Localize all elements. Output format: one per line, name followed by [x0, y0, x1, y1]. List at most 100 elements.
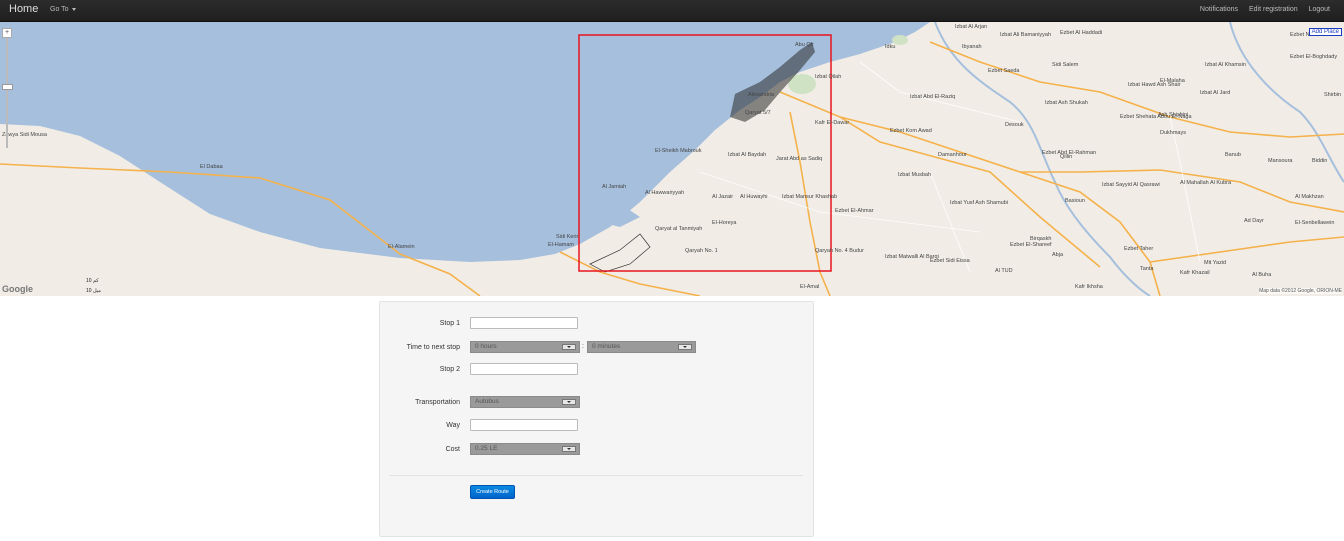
map-label: Ad Dayr	[1244, 218, 1264, 224]
stop2-label: Stop 2	[439, 366, 460, 373]
map-canvas	[0, 22, 1344, 296]
map-label: Ezbet Taher	[1124, 246, 1154, 252]
minutes-select[interactable]: 0 minutes	[587, 341, 696, 353]
map-label: Abu Qir	[795, 42, 814, 48]
goto-dropdown[interactable]: Go To	[50, 6, 76, 13]
notifications-link[interactable]: Notifications	[1200, 6, 1238, 13]
map-label: Shirbin	[1324, 92, 1342, 98]
map-label: Ezbet Sidi Eissa	[930, 258, 970, 264]
map-label: Izbat Qilah	[815, 74, 842, 80]
map-label: Kafr El-Dawar	[815, 120, 850, 126]
map-label: Al Buha	[1252, 272, 1272, 278]
chevron-down-icon	[562, 446, 576, 452]
way-label: Way	[446, 422, 460, 429]
map-label: Sidi Kerir	[556, 234, 579, 240]
add-place-button[interactable]: Add Place	[1308, 28, 1342, 36]
map-label: Biddin	[1312, 158, 1328, 164]
map-label: Ezbet Al Haddadi	[1060, 30, 1103, 36]
map-label: Mansoura	[1268, 158, 1293, 164]
map-label: Ezbet El-Shareef	[1010, 242, 1052, 248]
stop2-input[interactable]	[470, 363, 578, 375]
cost-select[interactable]: 0.25 LE	[470, 443, 580, 455]
map-label: Al TUD	[995, 268, 1013, 274]
map-label: Al Huwayhi	[740, 194, 768, 200]
map-label: El-Horeya	[712, 220, 737, 226]
zoom-in-button[interactable]: +	[2, 28, 12, 38]
map-label: Al Jamiah	[602, 184, 627, 190]
map-label: El Dabaa	[200, 164, 223, 170]
map-label: Kafr Khazail	[1180, 270, 1210, 276]
map-label: Damanhour	[938, 152, 967, 158]
map-label: Izbat Sayyid Al Qasrawi	[1102, 182, 1160, 188]
map-label: Dukhmays	[1160, 130, 1186, 136]
map-label: Alexandria	[748, 92, 774, 98]
navbar-right-links: Notifications Edit registration Logout	[1191, 6, 1330, 13]
map-label: Basioun	[1065, 198, 1085, 204]
map-label: Izbat Al Arjan	[955, 24, 988, 30]
map-label: Qaryat al Tanmiyah	[655, 226, 703, 232]
map-label: Al Mahallah Al Kubra	[1180, 180, 1232, 186]
map-label: Ash Shishini	[1158, 112, 1189, 118]
map-label: Ezbet El-Ahmar	[835, 208, 874, 214]
map-label: Ezbet Abd El-Rahman	[1042, 150, 1097, 156]
map-label: El-Amal	[800, 284, 820, 290]
logout-link[interactable]: Logout	[1309, 6, 1330, 13]
map-label: Izbat Ali Bamaniyyah	[1000, 32, 1052, 38]
map-label: Izbat Mansur Khashab	[782, 194, 838, 200]
map-label: Mit Yazid	[1204, 260, 1227, 266]
map-label: Banub	[1225, 152, 1241, 158]
map-label: Ezbet El-Boghdady	[1290, 54, 1338, 60]
map-label: Ibyanah	[962, 44, 982, 50]
transportation-label: Transportation	[415, 399, 460, 406]
map-label: Abja	[1052, 252, 1064, 258]
form-divider	[390, 475, 803, 476]
home-link[interactable]: Home	[9, 3, 38, 15]
map-attribution[interactable]: Map data ©2012 Google, ORION-ME	[1259, 288, 1342, 294]
map-label: Al Makhzan	[1295, 194, 1324, 200]
map-label: El-Alamein	[388, 244, 415, 250]
zoom-slider-track[interactable]	[6, 38, 8, 148]
scale-mi: 10 ميل	[86, 288, 101, 294]
map-label: Tanta	[1140, 266, 1154, 272]
stop1-input[interactable]	[470, 317, 578, 329]
map-label: El-Senbellawein	[1295, 220, 1335, 226]
hours-select[interactable]: 0 hours	[470, 341, 580, 353]
chevron-down-icon	[678, 344, 692, 350]
top-navbar: Home Go To Notifications Edit registrati…	[0, 0, 1344, 22]
map-label: Izbat Musbah	[898, 172, 932, 178]
google-logo: Google	[2, 284, 33, 294]
way-input[interactable]	[470, 419, 578, 431]
map-view[interactable]: Izbat Al Arjan Ezbet Al Haddadi Izbat Al…	[0, 22, 1344, 296]
map-label: Izbat Abd El-Raziq	[910, 94, 956, 100]
chevron-down-icon	[562, 399, 576, 405]
map-label: Ezbet Saeda	[988, 68, 1020, 74]
time-label: Time to next stop	[406, 344, 460, 351]
zoom-slider-handle[interactable]	[2, 84, 13, 90]
map-label: Kafr Ikhsha	[1075, 284, 1103, 290]
hours-selected-value: 0 hours	[475, 343, 497, 350]
scale-km: 10 كم	[86, 278, 99, 284]
map-label: Izbat Al Khamsin	[1205, 62, 1246, 68]
map-label: Jarat Abd as Sadiq	[776, 156, 823, 162]
map-label: El-Sheikh Mabrouk	[655, 148, 702, 154]
map-label: Qaryat 5/7	[745, 110, 771, 116]
transportation-selected-value: Autobus	[475, 398, 499, 405]
create-route-button[interactable]: Create Route	[470, 485, 515, 499]
transportation-select[interactable]: Autobus	[470, 396, 580, 408]
minutes-selected-value: 0 minutes	[592, 343, 621, 350]
edit-registration-link[interactable]: Edit registration	[1249, 6, 1298, 13]
map-label: Sidi Salem	[1052, 62, 1079, 68]
map-label: Qaryah No. 4 Budur	[815, 248, 864, 254]
map-label: Izbat Al Baydah	[728, 152, 767, 158]
chevron-down-icon	[562, 344, 576, 350]
zoom-control: +	[2, 28, 13, 148]
map-label: El-Hamam	[548, 242, 574, 248]
cost-selected-value: 0.25 LE	[475, 445, 498, 452]
chevron-down-icon	[71, 7, 76, 11]
route-form: Stop 1 Time to next stop 0 hours : 0 min…	[379, 301, 814, 537]
map-label: Izbat Ash Shukah	[1045, 100, 1088, 106]
map-label: El-Malaha	[1160, 78, 1185, 84]
map-label: Izbat Al Jard	[1200, 90, 1231, 96]
map-label: Izbat Yusf Ash Shamubi	[950, 200, 1008, 206]
stop1-label: Stop 1	[439, 320, 460, 327]
